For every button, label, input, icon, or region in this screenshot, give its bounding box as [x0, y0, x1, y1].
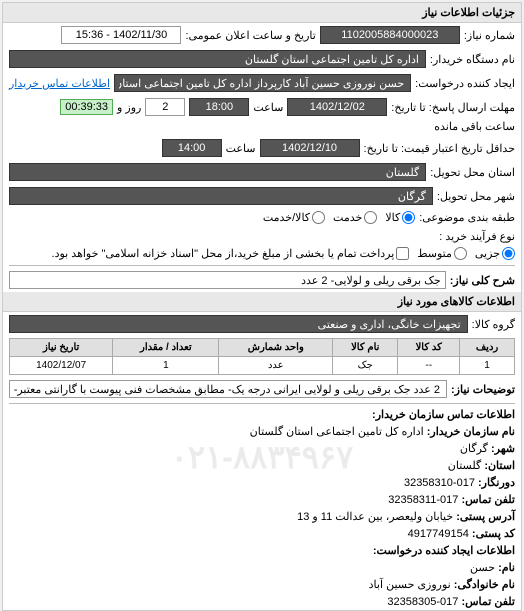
contact-phone: 017-32358311 — [388, 494, 458, 506]
contact-phone-label: تلفن تماس: — [461, 494, 515, 506]
table-row[interactable]: 1 -- جک عدد 1 1402/12/07 — [10, 357, 515, 375]
cell-row: 1 — [460, 357, 515, 375]
delivery-city-label: شهر محل تحویل: — [437, 190, 515, 203]
contact-lname: نوروزی حسین آباد — [369, 579, 451, 591]
radio-medium[interactable]: متوسط — [417, 247, 467, 260]
response-deadline-label: مهلت ارسال پاسخ: تا تاریخ: — [391, 101, 515, 114]
contact-postal-label: کد پستی: — [472, 528, 515, 540]
th-date: تاریخ نیاز — [10, 339, 113, 357]
cell-code: -- — [398, 357, 460, 375]
cell-unit: عدد — [219, 357, 333, 375]
radio-goods-label: کالا — [385, 211, 400, 224]
buyer-contact-link[interactable]: اطلاعات تماس خریدار — [9, 77, 110, 90]
contact-fax: 017-32358310 — [404, 477, 475, 489]
request-number-label: شماره نیاز: — [464, 29, 515, 42]
cell-date: 1402/12/07 — [10, 357, 113, 375]
radio-both-label: کالا/خدمت — [263, 211, 310, 224]
contact-city-label: شهر: — [491, 443, 515, 455]
contact-org-label: نام سازمان خریدار: — [427, 426, 515, 438]
creator-section-title: اطلاعات ایجاد کننده درخواست: — [373, 545, 515, 557]
radio-both[interactable]: کالا/خدمت — [263, 211, 325, 224]
goods-section-title: اطلاعات کالاهای مورد نیاز — [3, 292, 521, 312]
buyer-org-label: نام دستگاه خریدار: — [430, 53, 515, 66]
th-unit: واحد شمارش — [219, 339, 333, 357]
valid-date-input[interactable] — [260, 139, 360, 157]
cell-name: جک — [333, 357, 398, 375]
need-title-label: شرح کلی نیاز: — [450, 274, 515, 287]
radio-service-label: خدمت — [333, 211, 362, 224]
valid-until-label: حداقل تاریخ اعتبار قیمت: تا تاریخ: — [364, 142, 515, 155]
payment-note-label: پرداخت تمام یا بخشی از مبلغ خرید،از محل … — [52, 247, 395, 260]
contact-cphone-label: تلفن تماس: — [461, 596, 515, 608]
goods-group-label: گروه کالا: — [472, 318, 515, 331]
delivery-province-label: استان محل تحویل: — [430, 166, 515, 179]
contact-province-label: استان: — [484, 460, 515, 472]
radio-goods[interactable]: کالا — [385, 211, 415, 224]
page-title: جزئیات اطلاعات نیاز — [3, 3, 521, 23]
contact-section-title: اطلاعات تماس سازمان خریدار: — [372, 409, 515, 421]
valid-time-input[interactable] — [162, 139, 222, 157]
goods-desc-label: توضیحات نیاز: — [451, 383, 515, 396]
goods-table: ردیف کد کالا نام کالا واحد شمارش تعداد /… — [9, 338, 515, 375]
th-qty: تعداد / مقدار — [113, 339, 219, 357]
contact-cphone: 017-32358305 — [387, 596, 458, 608]
radio-small-label: جزیی — [475, 247, 500, 260]
announce-date-input[interactable] — [61, 26, 181, 44]
request-number-input[interactable] — [320, 26, 460, 44]
contact-address-label: آدرس پستی: — [456, 511, 515, 523]
announce-label: تاریخ و ساعت اعلان عمومی: — [185, 29, 315, 42]
purchase-type-label: نوع فرآیند خرید : — [439, 230, 515, 243]
response-date-input[interactable] — [287, 98, 387, 116]
contact-address: خیابان ولیعصر، بین عدالت 11 و 13 — [297, 511, 453, 523]
category-label: طبقه بندی موضوعی: — [419, 211, 515, 224]
radio-medium-label: متوسط — [417, 247, 452, 260]
delivery-city-input[interactable] — [9, 187, 433, 205]
remaining-label: ساعت باقی مانده — [434, 120, 515, 133]
contact-postal: 4917749154 — [408, 528, 469, 540]
check-payment-note[interactable]: پرداخت تمام یا بخشی از مبلغ خرید،از محل … — [52, 247, 410, 260]
buyer-org-input[interactable] — [9, 50, 426, 68]
contact-city: گرگان — [460, 443, 488, 455]
days-remaining-input[interactable] — [145, 98, 185, 116]
th-name: نام کالا — [333, 339, 398, 357]
request-creator-label: ایجاد کننده درخواست: — [415, 77, 515, 90]
radio-service[interactable]: خدمت — [333, 211, 377, 224]
contact-lname-label: نام خانوادگی: — [454, 579, 515, 591]
countdown-timer: 00:39:33 — [60, 99, 113, 115]
radio-small[interactable]: جزیی — [475, 247, 515, 260]
contact-fname: حسن — [470, 562, 495, 574]
contact-fax-label: دورنگار: — [478, 477, 515, 489]
th-code: کد کالا — [398, 339, 460, 357]
goods-desc-input[interactable] — [9, 380, 447, 398]
need-title-input[interactable] — [9, 271, 446, 289]
delivery-province-input[interactable] — [9, 163, 426, 181]
contact-org: اداره کل تامین اجتماعی استان گلستان — [250, 426, 424, 438]
day-label: روز و — [117, 101, 141, 114]
time-label-2: ساعت — [226, 142, 256, 155]
goods-group-input[interactable] — [9, 315, 468, 333]
time-label-1: ساعت — [253, 101, 283, 114]
th-row: ردیف — [460, 339, 515, 357]
response-time-input[interactable] — [189, 98, 249, 116]
cell-qty: 1 — [113, 357, 219, 375]
request-creator-input[interactable] — [114, 74, 411, 92]
contact-fname-label: نام: — [498, 562, 515, 574]
contact-province: گلستان — [448, 460, 481, 472]
